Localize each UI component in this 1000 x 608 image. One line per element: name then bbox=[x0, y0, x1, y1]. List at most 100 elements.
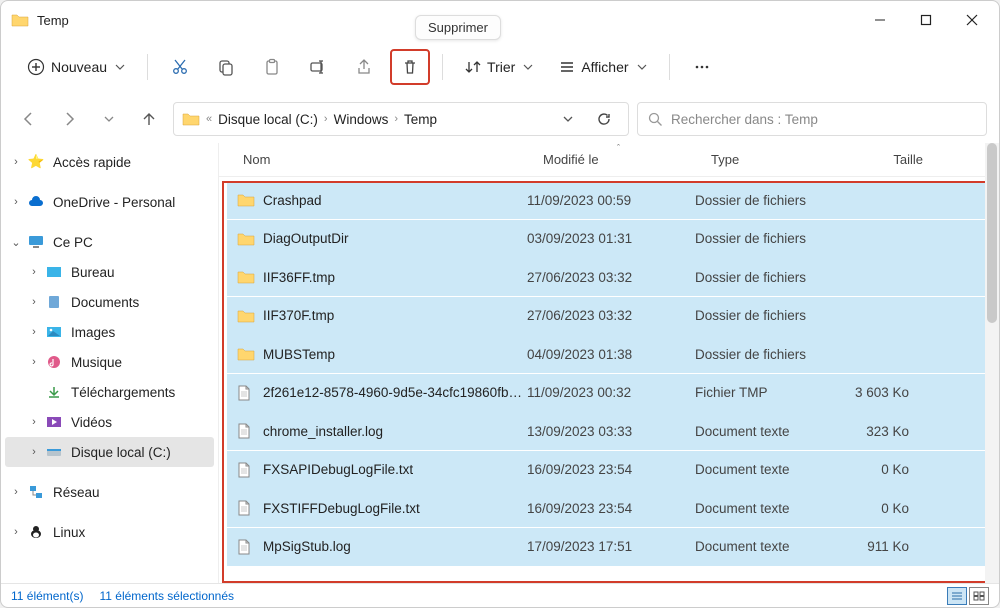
chevron-right-icon: › bbox=[27, 416, 41, 428]
table-row[interactable]: MUBSTemp04/09/2023 01:38Dossier de fichi… bbox=[227, 335, 991, 373]
sort-icon bbox=[465, 59, 481, 75]
file-type: Dossier de fichiers bbox=[695, 347, 831, 362]
col-name[interactable]: Nom bbox=[243, 152, 543, 167]
breadcrumb-seg[interactable]: Disque local (C:) bbox=[218, 112, 318, 127]
recent-button[interactable] bbox=[93, 103, 125, 135]
chevron-right-icon: › bbox=[9, 156, 23, 168]
sidebar: ›⭐Accès rapide ›OneDrive - Personal ⌄Ce … bbox=[1, 143, 219, 583]
download-icon bbox=[45, 385, 63, 399]
sidebar-quick-access[interactable]: ›⭐Accès rapide bbox=[1, 147, 218, 177]
table-row[interactable]: FXSAPIDebugLogFile.txt16/09/2023 23:54Do… bbox=[227, 451, 991, 489]
column-headers: ˆ Nom Modifié le Type Taille bbox=[219, 143, 999, 177]
cut-button[interactable] bbox=[160, 49, 200, 85]
videos-icon bbox=[45, 416, 63, 428]
path-dropdown[interactable] bbox=[554, 113, 582, 125]
folder-icon bbox=[237, 232, 255, 246]
refresh-button[interactable] bbox=[588, 111, 620, 127]
sidebar-downloads[interactable]: Téléchargements bbox=[1, 377, 218, 407]
share-button[interactable] bbox=[344, 49, 384, 85]
breadcrumb-seg[interactable]: Windows bbox=[334, 112, 389, 127]
table-row[interactable]: chrome_installer.log13/09/2023 03:33Docu… bbox=[227, 412, 991, 450]
table-row[interactable]: IIF36FF.tmp27/06/2023 03:32Dossier de fi… bbox=[227, 258, 991, 296]
folder-icon bbox=[237, 270, 255, 284]
file-size: 3 603 Ko bbox=[831, 385, 909, 400]
table-row[interactable]: DiagOutputDir03/09/2023 01:31Dossier de … bbox=[227, 220, 991, 258]
file-modified: 16/09/2023 23:54 bbox=[527, 501, 695, 516]
table-row[interactable]: IIF370F.tmp27/06/2023 03:32Dossier de fi… bbox=[227, 297, 991, 335]
more-button[interactable] bbox=[682, 49, 722, 85]
sidebar-music[interactable]: ›Musique bbox=[1, 347, 218, 377]
sidebar-desktop[interactable]: ›Bureau bbox=[1, 257, 218, 287]
star-icon: ⭐ bbox=[27, 154, 45, 170]
search-input[interactable]: Rechercher dans : Temp bbox=[637, 102, 987, 136]
file-modified: 11/09/2023 00:32 bbox=[527, 385, 695, 400]
folder-icon bbox=[11, 13, 29, 27]
chevron-down-icon bbox=[637, 62, 647, 72]
view-button[interactable]: Afficher bbox=[549, 49, 656, 85]
cloud-icon bbox=[27, 196, 45, 208]
view-thumbnails-button[interactable] bbox=[969, 587, 989, 605]
col-size[interactable]: Taille bbox=[847, 152, 929, 167]
delete-button[interactable] bbox=[390, 49, 430, 85]
table-row[interactable]: Crashpad11/09/2023 00:59Dossier de fichi… bbox=[227, 181, 991, 219]
table-row[interactable]: FXSTIFFDebugLogFile.txt16/09/2023 23:54D… bbox=[227, 489, 991, 527]
file-name: IIF370F.tmp bbox=[263, 308, 334, 323]
new-button[interactable]: Nouveau bbox=[17, 49, 135, 85]
file-icon bbox=[237, 385, 255, 401]
desktop-icon bbox=[45, 266, 63, 278]
sidebar-this-pc[interactable]: ⌄Ce PC bbox=[1, 227, 218, 257]
file-name: MUBSTemp bbox=[263, 347, 335, 362]
sidebar-linux[interactable]: ›Linux bbox=[1, 517, 218, 547]
drive-icon bbox=[45, 446, 63, 458]
chevron-down-icon bbox=[104, 114, 114, 124]
file-type: Dossier de fichiers bbox=[695, 231, 831, 246]
col-type[interactable]: Type bbox=[711, 152, 847, 167]
status-selected: 11 éléments sélectionnés bbox=[99, 589, 234, 603]
file-icon bbox=[237, 539, 255, 555]
sidebar-images[interactable]: ›Images bbox=[1, 317, 218, 347]
sidebar-onedrive[interactable]: ›OneDrive - Personal bbox=[1, 187, 218, 217]
sort-button[interactable]: Trier bbox=[455, 49, 543, 85]
minimize-button[interactable] bbox=[857, 1, 903, 39]
forward-button[interactable] bbox=[53, 103, 85, 135]
view-details-button[interactable] bbox=[947, 587, 967, 605]
table-row[interactable]: 2f261e12-8578-4960-9d5e-34cfc19860fb…11/… bbox=[227, 374, 991, 412]
breadcrumb-seg[interactable]: Temp bbox=[404, 112, 437, 127]
sort-indicator-icon: ˆ bbox=[617, 143, 620, 153]
file-icon bbox=[237, 500, 255, 516]
sidebar-documents[interactable]: ›Documents bbox=[1, 287, 218, 317]
table-row[interactable]: MpSigStub.log17/09/2023 17:51Document te… bbox=[227, 528, 991, 566]
sidebar-videos[interactable]: ›Vidéos bbox=[1, 407, 218, 437]
breadcrumb[interactable]: « Disque local (C:) › Windows › Temp bbox=[173, 102, 629, 136]
file-type: Document texte bbox=[695, 501, 831, 516]
scrollbar[interactable] bbox=[985, 143, 999, 583]
file-type: Dossier de fichiers bbox=[695, 193, 831, 208]
chevron-right-icon: › bbox=[324, 113, 328, 125]
search-icon bbox=[648, 112, 663, 127]
sidebar-network[interactable]: ›Réseau bbox=[1, 477, 218, 507]
copy-button[interactable] bbox=[206, 49, 246, 85]
scissors-icon bbox=[171, 58, 189, 76]
documents-icon bbox=[45, 295, 63, 309]
file-name: chrome_installer.log bbox=[263, 424, 383, 439]
file-size: 0 Ko bbox=[831, 501, 909, 516]
copy-icon bbox=[217, 58, 235, 76]
sidebar-disk-c[interactable]: ›Disque local (C:) bbox=[5, 437, 214, 467]
file-size: 323 Ko bbox=[831, 424, 909, 439]
file-type: Fichier TMP bbox=[695, 385, 831, 400]
rename-button[interactable] bbox=[298, 49, 338, 85]
divider bbox=[669, 54, 670, 80]
scroll-thumb[interactable] bbox=[987, 143, 997, 323]
file-name: DiagOutputDir bbox=[263, 231, 349, 246]
back-button[interactable] bbox=[13, 103, 45, 135]
maximize-button[interactable] bbox=[903, 1, 949, 39]
paste-icon bbox=[263, 58, 281, 76]
file-modified: 17/09/2023 17:51 bbox=[527, 539, 695, 554]
paste-button[interactable] bbox=[252, 49, 292, 85]
up-button[interactable] bbox=[133, 103, 165, 135]
close-button[interactable] bbox=[949, 1, 995, 39]
col-modified[interactable]: Modifié le bbox=[543, 152, 711, 167]
chevron-down-icon bbox=[523, 62, 533, 72]
chevron-down-icon bbox=[115, 62, 125, 72]
network-icon bbox=[27, 485, 45, 499]
